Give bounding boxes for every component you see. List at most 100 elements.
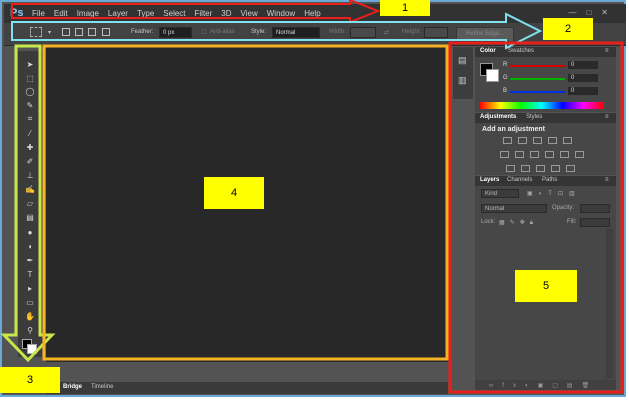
refine-edge-button[interactable]: Refine Edge...	[456, 27, 514, 42]
tab-adjustments[interactable]: Adjustments	[480, 114, 516, 120]
color-lookup-icon[interactable]	[575, 151, 584, 158]
adjustments-panel-tabs: Adjustments Styles ≡	[475, 113, 616, 123]
swap-icon[interactable]: ⇄	[384, 29, 389, 36]
layers-scrollbar[interactable]	[606, 228, 613, 378]
menu-view[interactable]: View	[241, 9, 258, 18]
blend-mode-select[interactable]: Normal	[481, 204, 547, 213]
rectangle-tool-icon[interactable]: ▭	[23, 297, 37, 307]
menu-file[interactable]: File	[32, 9, 45, 18]
history-icon[interactable]: ▤	[458, 55, 467, 66]
gradient-tool-icon[interactable]: ▤	[23, 212, 37, 222]
style-select[interactable]: Normal	[272, 27, 320, 38]
close-button[interactable]: ✕	[601, 8, 608, 17]
green-label: G	[503, 75, 508, 81]
color-spectrum[interactable]	[480, 102, 604, 109]
eraser-tool-icon[interactable]: ▱	[23, 198, 37, 208]
background-color-swatch[interactable]	[486, 69, 499, 82]
panel-menu-icon[interactable]: ≡	[605, 177, 609, 183]
red-value[interactable]: 0	[568, 61, 598, 69]
tab-color[interactable]: Color	[480, 48, 496, 54]
minimize-button[interactable]: —	[568, 8, 576, 17]
menu-layer[interactable]: Layer	[108, 9, 128, 18]
exposure-icon[interactable]	[548, 137, 557, 144]
hue-saturation-icon[interactable]	[500, 151, 509, 158]
curves-icon[interactable]	[533, 137, 542, 144]
red-slider[interactable]	[510, 65, 565, 67]
panel-menu-icon[interactable]: ≡	[605, 114, 609, 120]
menu-edit[interactable]: Edit	[54, 9, 68, 18]
menu-type[interactable]: Type	[137, 9, 154, 18]
fill-input[interactable]	[580, 218, 610, 227]
tab-swatches[interactable]: Swatches	[508, 48, 534, 54]
menu-image[interactable]: Image	[77, 9, 99, 18]
lock-icons[interactable]: ▦✎✥🔒︎	[499, 219, 538, 227]
path-selection-tool-icon[interactable]: ▸	[23, 283, 37, 293]
green-value[interactable]: 0	[568, 74, 598, 82]
width-input[interactable]	[350, 27, 376, 38]
invert-icon[interactable]	[506, 165, 515, 172]
posterize-icon[interactable]	[521, 165, 530, 172]
menu-help[interactable]: Help	[304, 9, 320, 18]
properties-icon[interactable]: ▥	[458, 75, 467, 86]
threshold-icon[interactable]	[536, 165, 545, 172]
history-brush-tool-icon[interactable]: ✍	[23, 184, 37, 194]
marquee-tool-icon[interactable]: ⬚	[23, 73, 37, 83]
healing-brush-tool-icon[interactable]: ✚	[23, 142, 37, 152]
new-selection-icon[interactable]	[62, 28, 70, 36]
marquee-tool-icon[interactable]	[30, 27, 42, 37]
tab-timeline[interactable]: Timeline	[91, 384, 113, 390]
brush-tool-icon[interactable]: ✐	[23, 156, 37, 166]
gradient-map-icon[interactable]	[551, 165, 560, 172]
height-input[interactable]	[424, 27, 448, 38]
background-color-swatch[interactable]	[27, 344, 37, 354]
intersect-selection-icon[interactable]	[102, 28, 110, 36]
feather-input[interactable]: 0 px	[159, 27, 192, 38]
tab-bridge[interactable]: Bridge	[63, 384, 82, 390]
selective-color-icon[interactable]	[566, 165, 575, 172]
hand-tool-icon[interactable]: ✋	[23, 311, 37, 321]
clone-stamp-tool-icon[interactable]: ⊥	[23, 170, 37, 180]
pen-tool-icon[interactable]: ✒	[23, 255, 37, 265]
vibrance-icon[interactable]	[563, 137, 572, 144]
layer-footer-icons[interactable]: ∞fx◐▣▢▤🗑︎	[489, 382, 598, 389]
chevron-down-icon[interactable]: ▾	[48, 29, 51, 36]
menu-3d[interactable]: 3D	[221, 9, 231, 18]
tab-channels[interactable]: Channels	[507, 177, 532, 183]
tab-layers[interactable]: Layers	[480, 177, 499, 183]
opacity-input[interactable]	[580, 204, 610, 213]
menu-select[interactable]: Select	[163, 9, 185, 18]
menu-filter[interactable]: Filter	[195, 9, 213, 18]
channel-mixer-icon[interactable]	[560, 151, 569, 158]
menu-window[interactable]: Window	[267, 9, 295, 18]
levels-icon[interactable]	[518, 137, 527, 144]
blur-tool-icon[interactable]: ●	[23, 227, 37, 237]
subtract-selection-icon[interactable]	[88, 28, 96, 36]
green-slider[interactable]	[510, 78, 565, 80]
photo-filter-icon[interactable]	[545, 151, 554, 158]
color-balance-icon[interactable]	[515, 151, 524, 158]
layer-filter-icons[interactable]: ▣◐T⊡▥	[527, 190, 581, 197]
tab-styles[interactable]: Styles	[526, 114, 542, 120]
type-tool-icon[interactable]: T	[23, 269, 37, 279]
quick-select-tool-icon[interactable]: ✎	[23, 100, 37, 110]
dodge-tool-icon[interactable]: ◖	[23, 241, 37, 251]
antialias-checkbox[interactable]: ☐	[201, 29, 206, 36]
maximize-button[interactable]: □	[586, 8, 591, 17]
eyedropper-tool-icon[interactable]: ⁄	[23, 128, 37, 138]
move-tool-icon[interactable]: ➤	[23, 59, 37, 69]
color-panel: Color Swatches ≡ R 0 G 0 B 0	[475, 47, 616, 112]
panel-menu-icon[interactable]: ≡	[605, 48, 609, 54]
style-label: Style:	[251, 29, 267, 35]
crop-tool-icon[interactable]: ⌗	[23, 114, 37, 124]
tab-paths[interactable]: Paths	[542, 177, 557, 183]
kind-filter-select[interactable]: Kind	[481, 189, 519, 198]
add-selection-icon[interactable]	[75, 28, 83, 36]
zoom-tool-icon[interactable]: ⚲	[23, 325, 37, 335]
width-label: Width:	[329, 29, 347, 35]
black-white-icon[interactable]	[530, 151, 539, 158]
blue-slider[interactable]	[510, 91, 565, 93]
brightness-icon[interactable]	[503, 137, 512, 144]
blue-value[interactable]: 0	[568, 87, 598, 95]
blue-label: B	[503, 88, 508, 94]
lasso-tool-icon[interactable]: ◯	[23, 86, 37, 96]
